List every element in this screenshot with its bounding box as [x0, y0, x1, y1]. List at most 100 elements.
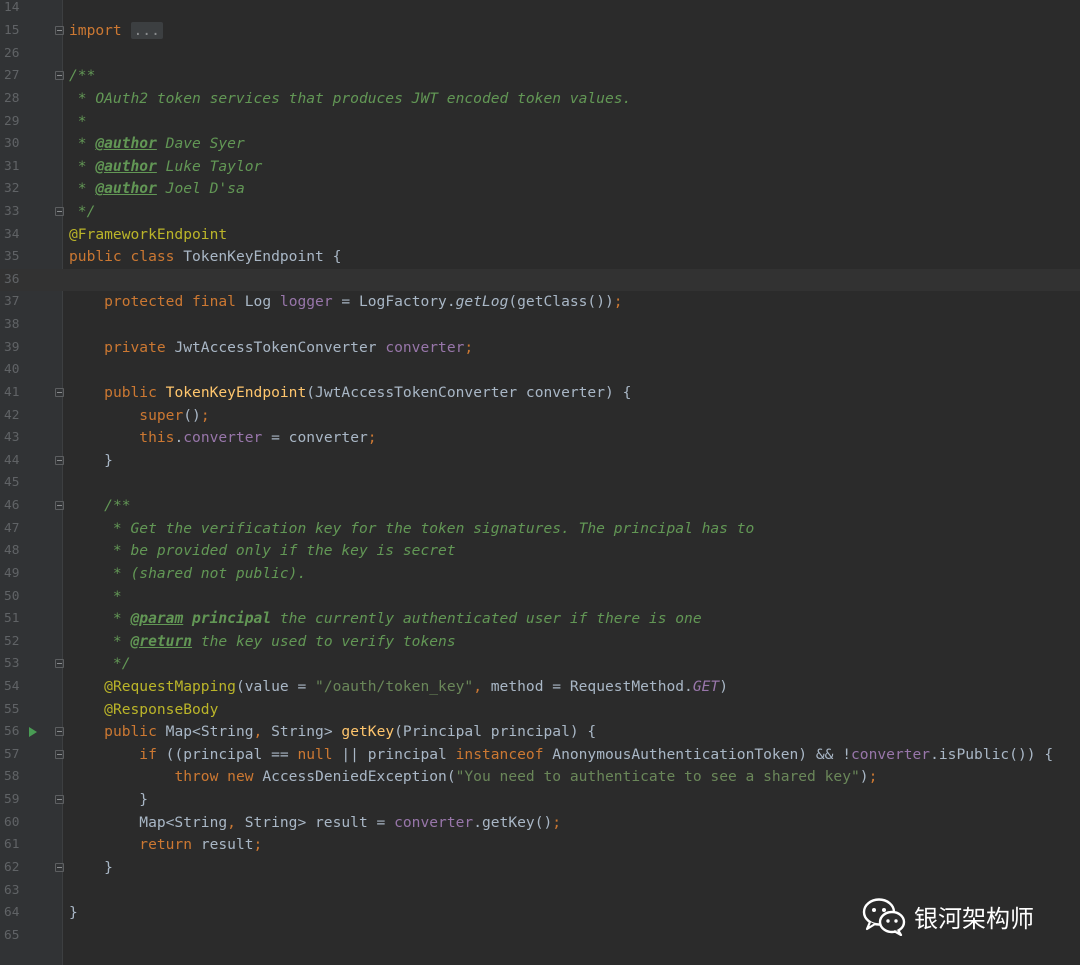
- code-lines[interactable]: 14 15 import ... 26 27 /** 28 * OAuth2 token s…: [0, 0, 1080, 965]
- code-text[interactable]: }: [69, 450, 113, 473]
- fold-toggle-icon[interactable]: [55, 455, 64, 465]
- code-text[interactable]: *: [69, 111, 87, 134]
- code-token: }: [69, 858, 113, 876]
- code-line[interactable]: 41 public TokenKeyEndpoint(JwtAccessToke…: [0, 382, 1080, 405]
- code-text[interactable]: protected final Log logger = LogFactory.…: [69, 291, 622, 314]
- code-line[interactable]: 29 *: [0, 111, 1080, 134]
- fold-toggle-icon[interactable]: [55, 795, 64, 805]
- code-line[interactable]: 27 /**: [0, 65, 1080, 88]
- code-line[interactable]: 35 public class TokenKeyEndpoint {: [0, 246, 1080, 269]
- fold-toggle-icon[interactable]: [55, 26, 64, 36]
- code-line[interactable]: 15 import ...: [0, 20, 1080, 43]
- code-text[interactable]: }: [69, 789, 148, 812]
- code-token: import: [69, 22, 122, 40]
- code-text[interactable]: public TokenKeyEndpoint(JwtAccessTokenCo…: [69, 382, 631, 405]
- code-text[interactable]: * @param principal the currently authent…: [69, 608, 702, 631]
- fold-toggle-icon[interactable]: [55, 659, 64, 669]
- code-text[interactable]: super();: [69, 405, 210, 428]
- code-line[interactable]: 48 * be provided only if the key is secr…: [0, 540, 1080, 563]
- code-text[interactable]: * @author Joel D'sa: [69, 178, 245, 201]
- code-line[interactable]: 46 /**: [0, 495, 1080, 518]
- fold-toggle-icon[interactable]: [55, 501, 64, 511]
- code-line[interactable]: 37 protected final Log logger = LogFacto…: [0, 291, 1080, 314]
- code-line[interactable]: 61 return result;: [0, 834, 1080, 857]
- code-line[interactable]: 28 * OAuth2 token services that produces…: [0, 88, 1080, 111]
- code-text[interactable]: if ((principal == null || principal inst…: [69, 744, 1053, 767]
- code-text[interactable]: Map<String, String> result = converter.g…: [69, 812, 561, 835]
- code-line[interactable]: 50 *: [0, 586, 1080, 609]
- code-line[interactable]: 14: [0, 0, 1080, 20]
- code-text[interactable]: * Get the verification key for the token…: [69, 518, 754, 541]
- code-line[interactable]: 51 * @param principal the currently auth…: [0, 608, 1080, 631]
- code-text[interactable]: @RequestMapping(value = "/oauth/token_ke…: [69, 676, 728, 699]
- code-text[interactable]: * be provided only if the key is secret: [69, 540, 456, 563]
- code-text[interactable]: }: [69, 857, 113, 880]
- code-line[interactable]: 34 @FrameworkEndpoint: [0, 224, 1080, 247]
- code-line[interactable]: 57 if ((principal == null || principal i…: [0, 744, 1080, 767]
- code-text[interactable]: *: [69, 586, 122, 609]
- code-text[interactable]: * @author Dave Syer: [69, 133, 245, 156]
- code-text[interactable]: }: [69, 902, 78, 925]
- fold-toggle-icon[interactable]: [55, 71, 64, 81]
- fold-toggle-icon[interactable]: [55, 206, 64, 216]
- code-line[interactable]: 56 public Map<String, String> getKey(Pri…: [0, 721, 1080, 744]
- code-line[interactable]: 26: [0, 43, 1080, 66]
- code-line[interactable]: 33 */: [0, 201, 1080, 224]
- code-line[interactable]: 31 * @author Luke Taylor: [0, 156, 1080, 179]
- code-text[interactable]: this.converter = converter;: [69, 427, 376, 450]
- code-text[interactable]: * (shared not public).: [69, 563, 306, 586]
- code-text[interactable]: @FrameworkEndpoint: [69, 224, 227, 247]
- code-token: ;: [200, 406, 210, 424]
- code-line[interactable]: 62 }: [0, 857, 1080, 880]
- fold-toggle-icon[interactable]: [55, 727, 64, 737]
- fold-toggle-icon[interactable]: [55, 387, 64, 397]
- code-line[interactable]: 43 this.converter = converter;: [0, 427, 1080, 450]
- code-text[interactable]: */: [69, 201, 96, 224]
- code-line[interactable]: 38: [0, 314, 1080, 337]
- line-number: 29: [4, 113, 20, 129]
- code-text[interactable]: @ResponseBody: [69, 699, 218, 722]
- code-text[interactable]: public class TokenKeyEndpoint {: [69, 246, 341, 269]
- code-line[interactable]: 32 * @author Joel D'sa: [0, 178, 1080, 201]
- code-text[interactable]: /**: [69, 65, 95, 88]
- code-token: ,: [253, 723, 272, 741]
- code-line[interactable]: 59 }: [0, 789, 1080, 812]
- code-line[interactable]: 52 * @return the key used to verify toke…: [0, 631, 1080, 654]
- code-text[interactable]: public Map<String, String> getKey(Princi…: [69, 721, 596, 744]
- code-text[interactable]: */: [69, 653, 131, 676]
- code-text[interactable]: /**: [69, 495, 130, 518]
- code-line[interactable]: 58 throw new AccessDeniedException("You …: [0, 766, 1080, 789]
- code-line[interactable]: 49 * (shared not public).: [0, 563, 1080, 586]
- code-line[interactable]: 47 * Get the verification key for the to…: [0, 518, 1080, 541]
- code-token: @ResponseBody: [104, 700, 219, 718]
- folded-imports[interactable]: ...: [130, 22, 163, 40]
- code-text[interactable]: import ...: [69, 20, 163, 43]
- code-line[interactable]: 55 @ResponseBody: [0, 699, 1080, 722]
- code-token: this: [139, 429, 175, 447]
- code-editor[interactable]: 14 15 import ... 26 27 /** 28 * OAuth2 token s…: [0, 0, 1080, 965]
- code-text[interactable]: * @return the key used to verify tokens: [69, 631, 456, 654]
- code-text[interactable]: * OAuth2 token services that produces JW…: [69, 88, 632, 111]
- fold-toggle-icon[interactable]: [55, 862, 64, 872]
- code-line[interactable]: 45: [0, 472, 1080, 495]
- code-text[interactable]: throw new AccessDeniedException("You nee…: [69, 766, 877, 789]
- code-text[interactable]: return result;: [69, 834, 262, 857]
- code-line[interactable]: 30 * @author Dave Syer: [0, 133, 1080, 156]
- code-line[interactable]: 40: [0, 359, 1080, 382]
- code-line[interactable]: 53 */: [0, 653, 1080, 676]
- code-token: ;: [552, 813, 562, 831]
- code-line[interactable]: 36: [0, 268, 1080, 292]
- code-token: @param: [130, 610, 184, 628]
- run-gutter-icon[interactable]: [29, 727, 37, 738]
- code-text[interactable]: * @author Luke Taylor: [69, 156, 263, 179]
- code-text[interactable]: private JwtAccessTokenConverter converte…: [69, 337, 473, 360]
- code-line[interactable]: 54 @RequestMapping(value = "/oauth/token…: [0, 676, 1080, 699]
- code-line[interactable]: 60 Map<String, String> result = converte…: [0, 812, 1080, 835]
- fold-toggle-icon[interactable]: [55, 749, 64, 759]
- code-line[interactable]: 42 super();: [0, 405, 1080, 428]
- code-token: method = RequestMethod.: [490, 678, 693, 695]
- code-line[interactable]: 39 private JwtAccessTokenConverter conve…: [0, 337, 1080, 360]
- code-line[interactable]: 44 }: [0, 450, 1080, 473]
